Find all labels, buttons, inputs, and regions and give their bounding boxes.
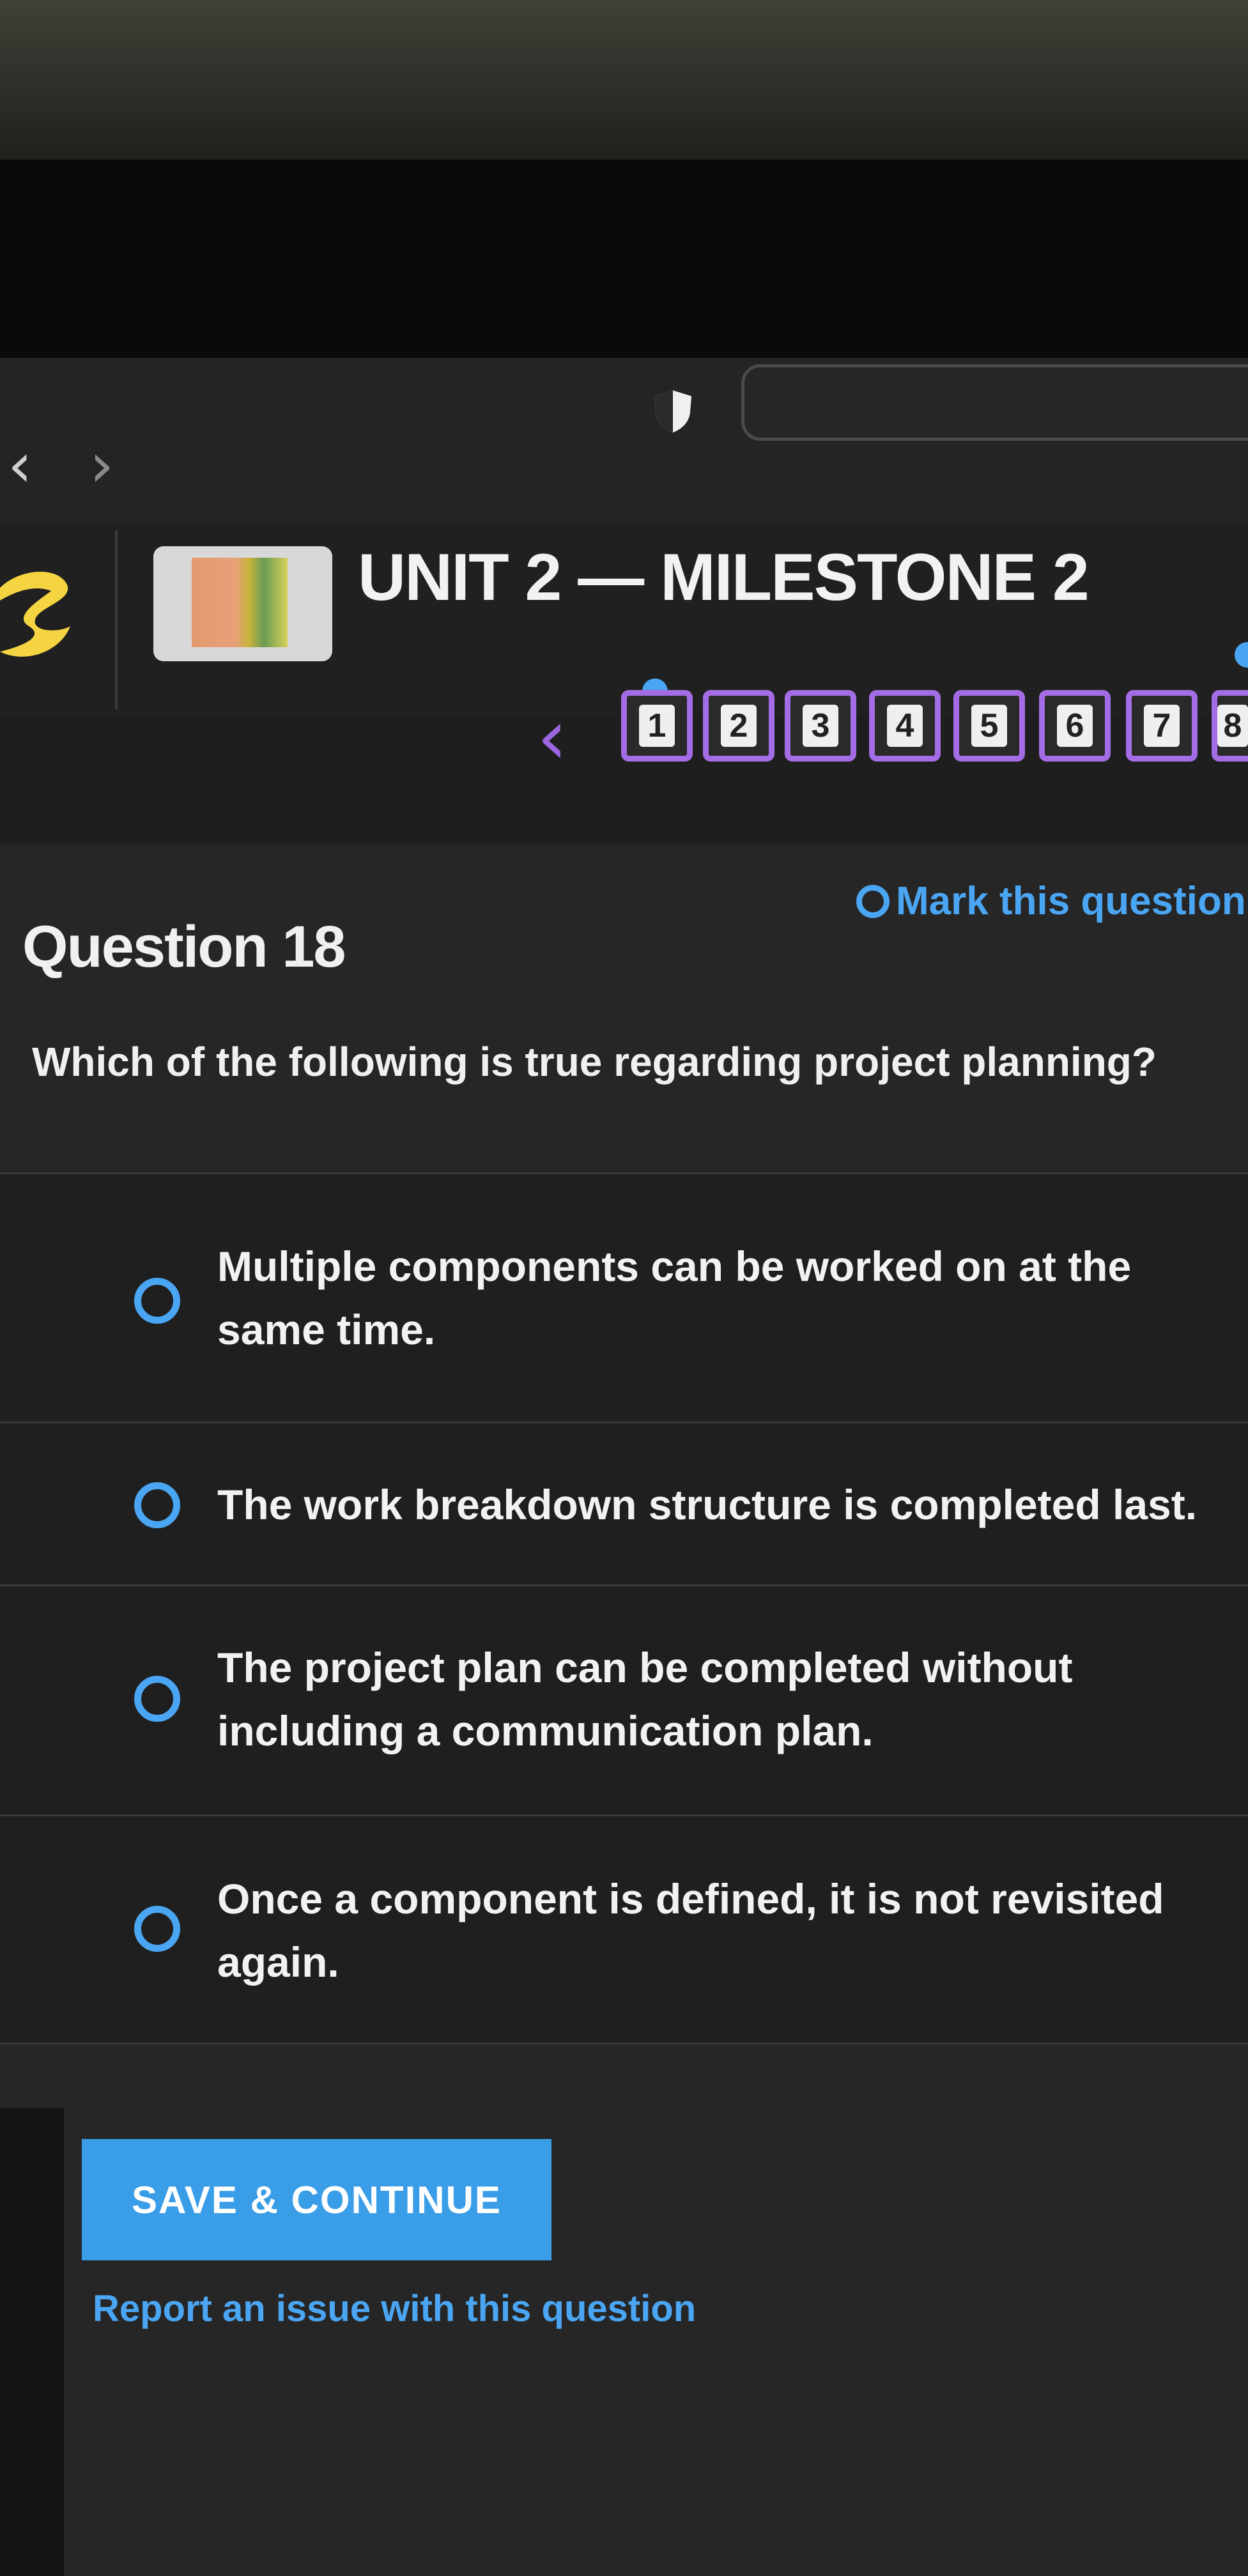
question-nav-item-8[interactable]: 8 — [1212, 690, 1248, 762]
previous-questions-chevron-icon[interactable]: ‹ — [537, 700, 567, 776]
mark-question-label: Mark this question — [896, 879, 1246, 923]
question-nav-item-3[interactable]: 3 — [785, 690, 856, 762]
forward-arrow-icon[interactable]: › — [89, 434, 114, 496]
answer-option-4[interactable]: Once a component is defined, it is not r… — [0, 1814, 1248, 2044]
answer-option-2[interactable]: The work breakdown structure is complete… — [0, 1422, 1248, 1584]
radio-button-icon[interactable] — [134, 1482, 180, 1528]
radio-button-icon[interactable] — [134, 1278, 180, 1324]
question-nav-item-2[interactable]: 2 — [703, 690, 774, 762]
mark-question-toggle[interactable]: Mark this question — [856, 878, 1246, 924]
sophia-logo-icon[interactable] — [0, 562, 73, 664]
question-text: Which of the following is true regarding… — [32, 1039, 1157, 1085]
address-bar[interactable] — [741, 364, 1248, 441]
unit-title: UNIT 2 — MILESTONE 2 — [358, 540, 1090, 615]
answer-option-3[interactable]: The project plan can be completed withou… — [0, 1584, 1248, 1814]
question-nav-item-4[interactable]: 4 — [869, 690, 941, 762]
question-nav-item-5[interactable]: 5 — [953, 690, 1025, 762]
course-thumbnail — [153, 546, 332, 661]
answer-option-1[interactable]: Multiple components can be worked on at … — [0, 1172, 1248, 1422]
radio-button-icon[interactable] — [134, 1676, 180, 1722]
question-number: Question 18 — [22, 914, 346, 979]
question-nav-item-1[interactable]: 1 — [621, 690, 693, 762]
left-edge-shadow — [0, 2108, 64, 2576]
mark-circle-icon — [856, 884, 890, 918]
answer-option-text: The project plan can be completed withou… — [217, 1644, 1073, 1754]
radio-button-icon[interactable] — [134, 1906, 180, 1952]
answer-option-text: Once a component is defined, it is not r… — [217, 1875, 1164, 1986]
save-and-continue-button[interactable]: SAVE & CONTINUE — [82, 2139, 551, 2260]
report-issue-link[interactable]: Report an issue with this question — [93, 2287, 696, 2330]
answer-option-text: The work breakdown structure is complete… — [217, 1481, 1198, 1528]
page: ‹ › UNIT 2 — MILESTONE 2 ‹ 1 2 3 4 5 6 7… — [0, 0, 1248, 2576]
shield-icon[interactable] — [652, 388, 694, 434]
question-nav-item-6[interactable]: 6 — [1039, 690, 1111, 762]
header-divider — [115, 530, 118, 709]
back-arrow-icon[interactable]: ‹ — [8, 434, 32, 496]
answer-option-text: Multiple components can be worked on at … — [217, 1243, 1132, 1353]
question-nav-item-7[interactable]: 7 — [1126, 690, 1198, 762]
